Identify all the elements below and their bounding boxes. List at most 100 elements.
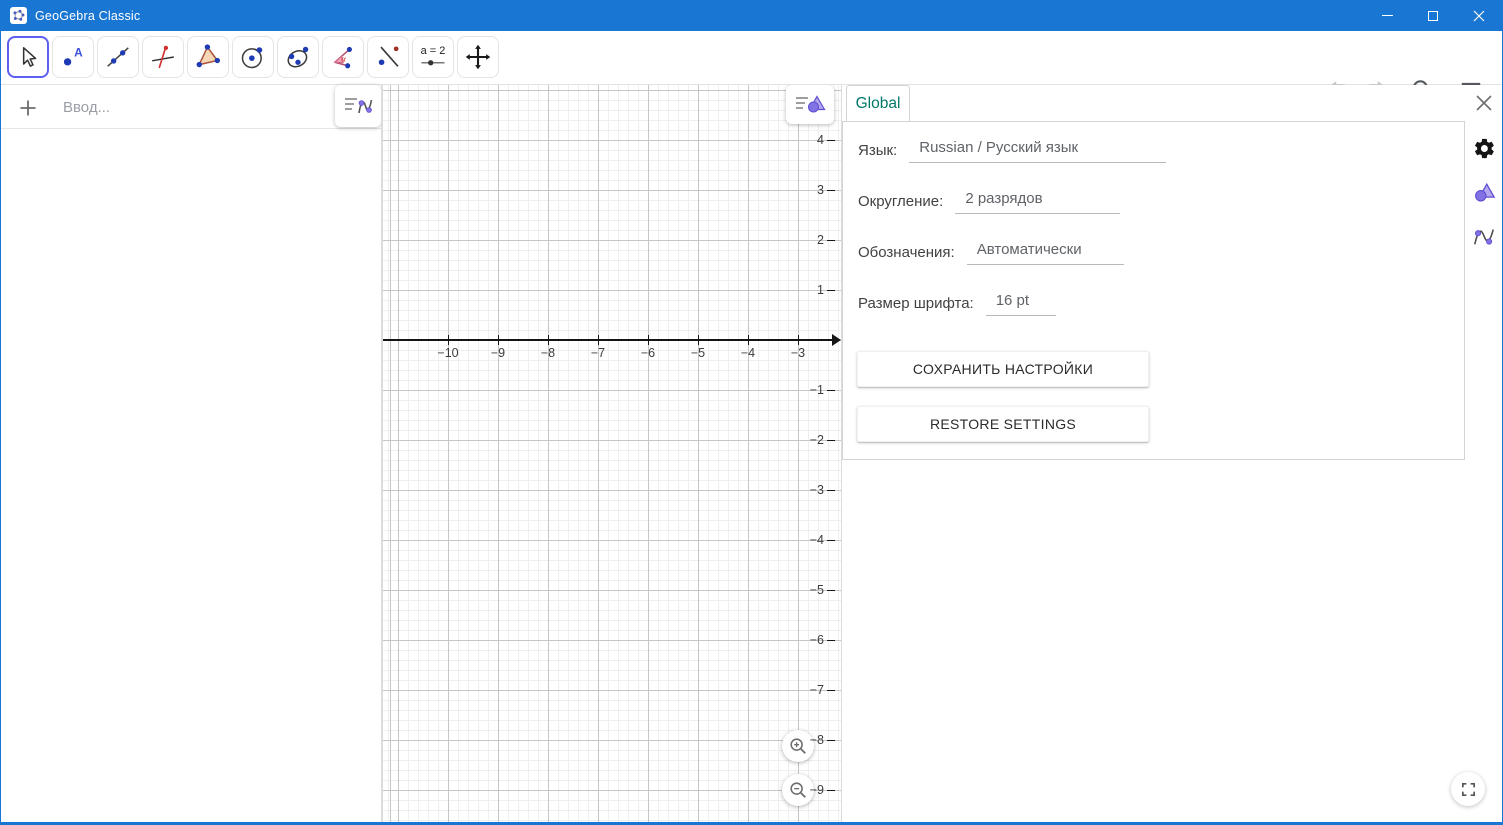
- y-axis-tick-label: −1: [794, 382, 824, 398]
- global-settings-box: Язык: Russian / Русский язык Округление:…: [842, 121, 1465, 460]
- algebra-panel: [1, 85, 381, 822]
- font-size-dropdown[interactable]: 16 pt: [986, 290, 1056, 316]
- y-axis-tick: [827, 790, 835, 791]
- tool-point[interactable]: A: [52, 36, 94, 78]
- maximize-icon: [1428, 11, 1438, 21]
- minimize-icon: [1382, 15, 1393, 16]
- tab-global[interactable]: Global: [846, 85, 910, 121]
- x-axis-tick: [598, 335, 599, 345]
- reflect-line-icon: [374, 43, 402, 71]
- tool-angle[interactable]: α: [322, 36, 364, 78]
- labeling-label: Обозначения:: [858, 244, 955, 261]
- x-axis-tick: [448, 335, 449, 345]
- x-axis-tick: [648, 335, 649, 345]
- titlebar: GeoGebra Classic: [1, 0, 1502, 31]
- rounding-dropdown[interactable]: 2 разрядов: [955, 188, 1120, 214]
- x-axis-tick-label: −9: [483, 346, 513, 360]
- tool-perpendicular-line[interactable]: [142, 36, 184, 78]
- settings-side-strip: [1465, 85, 1502, 822]
- x-axis-tick-label: −10: [433, 346, 463, 360]
- algebra-settings-tab-button[interactable]: [1469, 221, 1499, 251]
- font-size-row: Размер шрифта: 16 pt: [858, 288, 1056, 318]
- tool-line[interactable]: [97, 36, 139, 78]
- window-title: GeoGebra Classic: [35, 9, 140, 23]
- gear-icon: [1473, 137, 1496, 160]
- x-axis-tick-label: −4: [733, 346, 763, 360]
- ellipse-icon: [284, 43, 312, 71]
- y-axis-tick-label: −9: [794, 782, 824, 798]
- geogebra-window: GeoGebra Classic A: [0, 0, 1503, 825]
- y-axis-tick-label: 4: [794, 132, 824, 148]
- plus-icon: [18, 98, 38, 118]
- algebra-tab-icon: [1472, 224, 1496, 248]
- y-axis-tick: [827, 390, 835, 391]
- save-settings-button[interactable]: СОХРАНИТЬ НАСТРОЙКИ: [857, 351, 1149, 387]
- x-axis-tick-label: −3: [783, 346, 813, 360]
- x-axis-tick-label: −5: [683, 346, 713, 360]
- move-cursor-icon: [15, 44, 41, 70]
- y-axis-tick: [827, 540, 835, 541]
- language-row: Язык: Russian / Русский язык: [858, 135, 1166, 165]
- fullscreen-button[interactable]: [1451, 772, 1485, 806]
- x-axis: [383, 339, 834, 341]
- perpendicular-line-icon: [150, 44, 176, 70]
- tool-polygon[interactable]: [187, 36, 229, 78]
- language-dropdown[interactable]: Russian / Русский язык: [909, 137, 1166, 163]
- slider-icon: a = 2: [418, 42, 448, 72]
- rounding-row: Округление: 2 разрядов: [858, 186, 1120, 216]
- y-axis-tick-label: 1: [794, 282, 824, 298]
- x-axis-tick: [798, 335, 799, 345]
- x-axis-arrow: [832, 334, 841, 346]
- tool-slider[interactable]: a = 2: [412, 36, 454, 78]
- angle-icon: α: [329, 43, 357, 71]
- algebra-input[interactable]: [63, 89, 323, 125]
- chevron-down-icon: [1038, 297, 1050, 305]
- svg-text:α: α: [341, 54, 346, 64]
- labeling-dropdown[interactable]: Автоматически: [967, 239, 1124, 265]
- restore-settings-button[interactable]: RESTORE SETTINGS: [857, 406, 1149, 442]
- x-axis-tick: [698, 335, 699, 345]
- y-axis-tick: [827, 190, 835, 191]
- polygon-icon: [194, 43, 222, 71]
- rounding-value: 2 разрядов: [965, 190, 1042, 207]
- point-icon: A: [60, 44, 86, 70]
- geogebra-logo-icon: [10, 7, 27, 24]
- y-axis-tick: [827, 290, 835, 291]
- graphics-style-bar-button[interactable]: [786, 85, 834, 124]
- labeling-value: Автоматически: [977, 241, 1082, 258]
- y-axis-tick: [827, 690, 835, 691]
- circle-icon: [239, 43, 267, 71]
- y-axis-tick-label: −5: [794, 582, 824, 598]
- close-icon: [1475, 94, 1493, 112]
- move-view-icon: [464, 43, 492, 71]
- svg-text:A: A: [74, 45, 83, 59]
- graphics-style-icon: [793, 92, 827, 118]
- font-size-value: 16 pt: [996, 292, 1029, 309]
- algebra-style-bar-button[interactable]: [335, 85, 381, 127]
- tool-move[interactable]: [7, 36, 49, 78]
- labeling-row: Обозначения: Автоматически: [858, 237, 1124, 267]
- y-axis-tick-label: 3: [794, 182, 824, 198]
- tool-reflect-about-line[interactable]: [367, 36, 409, 78]
- font-size-label: Размер шрифта:: [858, 295, 974, 312]
- maximize-button[interactable]: [1410, 0, 1456, 31]
- y-axis-tick-label: −3: [794, 482, 824, 498]
- x-axis-tick-label: −7: [583, 346, 613, 360]
- minimize-button[interactable]: [1364, 0, 1410, 31]
- algebra-input-row: [1, 85, 381, 129]
- add-expression-button[interactable]: [15, 95, 41, 121]
- algebra-style-icon: [342, 93, 374, 119]
- close-settings-button[interactable]: [1469, 88, 1499, 118]
- graphics-settings-tab-button[interactable]: [1469, 178, 1499, 208]
- y-axis-tick: [827, 440, 835, 441]
- svg-text:a = 2: a = 2: [421, 45, 446, 57]
- chevron-down-icon: [1148, 144, 1160, 152]
- close-window-button[interactable]: [1456, 0, 1502, 31]
- y-axis-tick: [827, 140, 835, 141]
- tool-move-graphics-view[interactable]: [457, 36, 499, 78]
- y-axis-tick-label: 2: [794, 232, 824, 248]
- graphics-view[interactable]: −10−9−8−7−6−5−4−34321−1−2−3−4−5−6−7−8−9: [383, 85, 841, 822]
- global-settings-tab-button[interactable]: [1469, 133, 1499, 163]
- tool-circle-center-point[interactable]: [232, 36, 274, 78]
- tool-ellipse[interactable]: [277, 36, 319, 78]
